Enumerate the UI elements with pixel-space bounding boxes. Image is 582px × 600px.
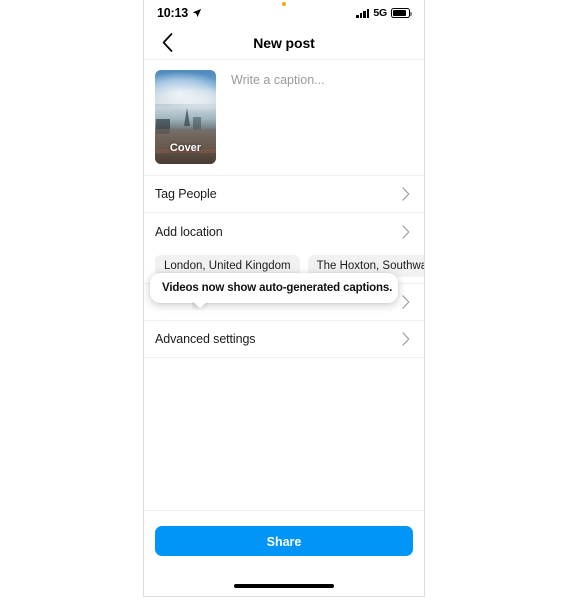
back-button[interactable] (156, 32, 178, 54)
caption-input[interactable]: Write a caption... (231, 70, 413, 164)
status-bar: 10:13 5G (144, 0, 424, 26)
chevron-right-icon (402, 295, 410, 309)
cellular-signal-icon (356, 8, 370, 18)
chevron-right-icon (402, 224, 410, 239)
empty-content-area (144, 358, 424, 511)
tooltip-arrow (192, 302, 208, 310)
row-add-location-label: Add location (155, 224, 223, 239)
status-bar-time: 10:13 (157, 6, 188, 20)
status-bar-left: 10:13 (157, 6, 202, 20)
captions-tooltip-text: Videos now show auto-generated captions. (162, 282, 393, 294)
share-button[interactable]: Share (155, 526, 413, 556)
location-arrow-icon (192, 8, 202, 18)
cover-label: Cover (169, 142, 202, 154)
battery-icon (391, 8, 412, 18)
page-title: New post (253, 34, 315, 51)
row-advanced-settings[interactable]: Advanced settings (144, 321, 424, 358)
chevron-right-icon (402, 332, 410, 346)
share-section: Share (144, 511, 424, 556)
thumbnail-building-right (192, 117, 202, 131)
chevron-left-icon (162, 33, 172, 52)
row-add-location[interactable]: Add location (144, 213, 424, 250)
composer-section: Cover Write a caption... (144, 60, 424, 176)
network-type-label: 5G (373, 7, 387, 19)
status-bar-right: 5G (356, 7, 412, 19)
home-indicator[interactable] (234, 584, 334, 588)
cover-thumbnail[interactable]: Cover (155, 70, 216, 164)
row-tag-people[interactable]: Tag People (144, 176, 424, 213)
navigation-bar: New post (144, 26, 424, 60)
phone-screen: 10:13 5G New post Cover Write a caption.… (143, 0, 425, 597)
captions-tooltip[interactable]: Videos now show auto-generated captions. (150, 273, 398, 303)
row-advanced-settings-label: Advanced settings (155, 332, 256, 346)
row-tag-people-label: Tag People (155, 187, 217, 201)
privacy-indicator-dot (282, 2, 286, 6)
chevron-right-icon (402, 187, 410, 201)
thumbnail-tower (184, 107, 191, 126)
